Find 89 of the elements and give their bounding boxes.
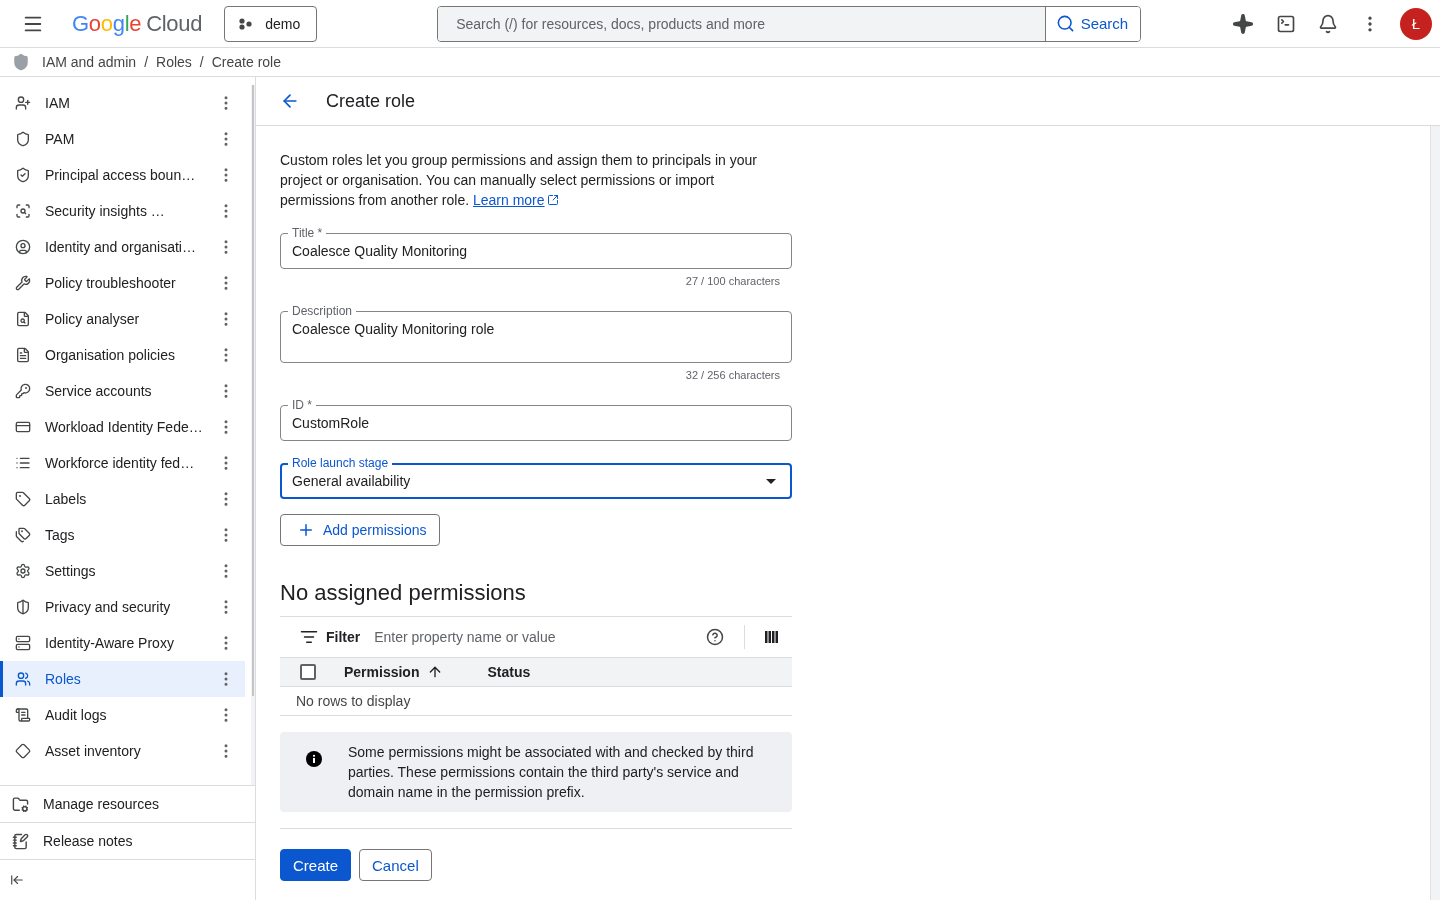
search-button[interactable]: Search [1044,6,1141,41]
breadcrumb-separator: / [144,54,149,70]
cancel-button[interactable]: Cancel [359,849,432,881]
person-search-icon [15,203,31,219]
tag-icon [15,491,31,507]
caret-icon [766,478,776,484]
sidebar-item[interactable]: Asset inventory [0,733,245,769]
document-icon [15,347,31,363]
sidebar-item[interactable]: Tags [0,517,245,553]
launch-stage-select[interactable]: Role launch stage General availability [280,456,792,499]
field-label: Title * [288,226,327,240]
info-text: Some permissions might be associated with and checked by third parties. These permissions contain the third party's service and domain name in the permission prefix. [348,743,755,802]
field-label: Description [288,304,357,318]
dots-icon [239,17,254,30]
filter-field[interactable]: Enter property name or value [372,628,698,646]
sidebar-item[interactable]: Policy troubleshooter [0,265,245,301]
sidebar-item[interactable]: Labels [0,481,245,517]
users-icon [15,671,31,687]
list-icon [15,455,31,471]
shield-icon [12,53,30,71]
logo[interactable]: Google Cloud [72,10,203,37]
breadcrumb[interactable]: Roles [156,54,192,70]
project-picker[interactable]: demo [224,5,318,42]
user-plus-icon [15,95,31,111]
sidebar-item[interactable]: Settings [0,553,245,589]
external-link-icon [546,194,559,206]
breadcrumb[interactable]: IAM and admin [42,54,137,70]
description-field[interactable]: Description Coalesce Quality Monitoring role [280,304,792,363]
tags-icon [15,527,31,543]
filter-label: Filter [326,629,361,645]
sidebar-item[interactable]: Service accounts [0,373,245,409]
help-icon[interactable] [706,628,724,646]
diamond-icon [15,743,31,759]
empty-message: No rows to display [280,687,792,716]
wrench-icon [15,275,31,291]
sidebar-item[interactable]: Security insights … [0,193,245,229]
intro-text: Custom roles let you group permissions and assign them to principals in your project or organisation. You can manually select permissions or import permissions from another role. Learn more [280,151,758,210]
settings-icon [15,563,31,579]
sidebar-item[interactable]: Workload Identity Fede… [0,409,245,445]
key-icon [15,383,31,399]
create-button[interactable]: Create [280,849,352,881]
sidebar-item[interactable]: Principal access boun… [0,157,245,193]
half-shield-icon [15,599,31,615]
shield-check-icon [15,167,31,183]
text-field[interactable]: ID * CustomRole [280,398,792,441]
user-circle-icon [15,239,31,255]
section-heading: No assigned permissions [280,580,527,606]
sidebar-item[interactable]: Workforce identity fed… [0,445,245,481]
card-icon [15,419,31,435]
sidebar-item[interactable]: Identity and organisati… [0,229,245,265]
character-counter: 32 / 256 characters [685,369,780,381]
character-counter: 27 / 100 characters [685,275,780,287]
sidebar-item[interactable]: Privacy and security [0,589,245,625]
search-icon [1055,14,1075,33]
breadcrumb-separator: / [199,54,204,70]
column-header[interactable]: Permission [344,664,444,680]
notebook-icon [12,832,29,850]
scroll-icon [15,707,31,723]
field-label: Role launch stage [288,456,393,470]
search-field[interactable]: Search (/) for resources, docs, products and more Search [437,5,1142,42]
folder-gear-icon [12,795,29,813]
sidebar-item[interactable]: Audit logs [0,697,245,733]
sidebar-item[interactable]: Roles [0,661,245,697]
sidebar-link[interactable]: Manage resources [0,785,255,822]
text-input[interactable]: Coalesce Quality Monitoring [280,243,792,259]
sidebar-item[interactable]: Policy analyser [0,301,245,337]
server-icon [15,635,31,651]
sidebar-link[interactable]: Release notes [0,822,255,859]
add-permissions-button[interactable]: Add permissions [280,514,440,546]
sidebar-item[interactable]: Identity-Aware Proxy [0,625,245,661]
sidebar-item[interactable]: PAM [0,121,245,157]
collapse-icon [10,873,24,887]
document-search-icon [15,311,31,327]
text-field[interactable]: Title * Coalesce Quality Monitoring [280,226,792,269]
breadcrumb[interactable]: Create role [211,54,281,70]
plus-icon [297,521,315,539]
columns-icon[interactable] [765,631,778,643]
sidebar-item[interactable]: Organisation policies [0,337,245,373]
filter-icon [300,628,318,646]
text-input[interactable]: CustomRole [280,415,792,431]
sidebar-item[interactable]: IAM [0,85,245,121]
shield-icon [15,131,31,147]
info-icon [306,751,322,767]
avatar[interactable]: Ł [1400,7,1432,40]
column-header[interactable]: Status [487,664,531,680]
learn-more-link[interactable]: Learn more [472,190,559,210]
select-all-checkbox[interactable] [300,664,316,680]
page-title: Create role [326,90,416,112]
field-label: ID * [288,398,316,412]
